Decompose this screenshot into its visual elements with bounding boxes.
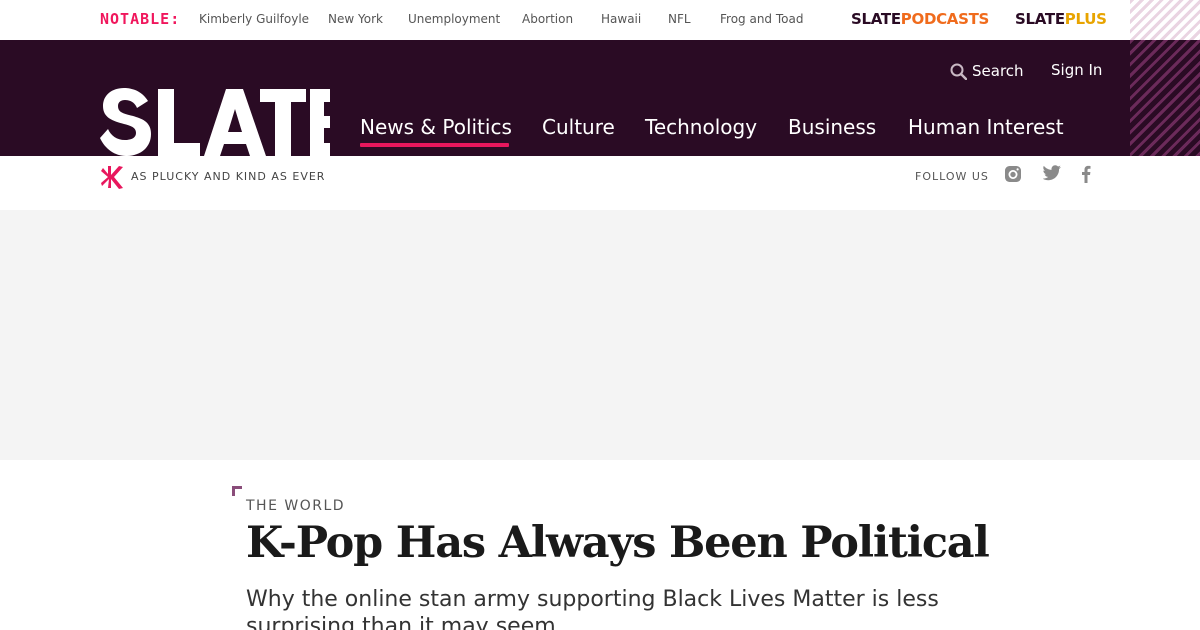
article-dek: Why the online stan army supporting Blac…: [246, 587, 939, 630]
facebook-link[interactable]: [1081, 165, 1091, 187]
trending-link[interactable]: Frog and Toad: [720, 12, 803, 26]
slate-podcasts-link[interactable]: SLATEPODCASTS: [851, 10, 989, 28]
article-headline: K-Pop Has Always Been Political: [246, 518, 990, 568]
podcasts-brand: SLATE: [851, 10, 901, 28]
tagline-bar: AS PLUCKY AND KIND AS EVER FOLLOW US: [0, 156, 1200, 210]
trending-link[interactable]: Kimberly Guilfoyle: [199, 12, 309, 26]
slate-spark-icon: [101, 166, 123, 189]
nav-news-politics[interactable]: News & Politics: [360, 115, 512, 139]
trending-bar: NOTABLE: Kimberly Guilfoyle New York Une…: [0, 0, 1200, 40]
trending-link[interactable]: Unemployment: [408, 12, 500, 26]
notable-label: NOTABLE:: [100, 10, 181, 28]
plus-suffix: PLUS: [1064, 10, 1107, 28]
site-header: Search Sign In News & Politics Culture T…: [0, 40, 1200, 156]
nav-culture[interactable]: Culture: [542, 115, 615, 139]
slate-logo[interactable]: [100, 87, 330, 156]
decorative-stripes: [1130, 40, 1200, 156]
search-label: Search: [972, 62, 1024, 80]
article-section-link[interactable]: THE WORLD: [246, 498, 345, 514]
nav-business[interactable]: Business: [788, 115, 876, 139]
facebook-icon: [1082, 165, 1091, 183]
twitter-link[interactable]: [1042, 165, 1062, 186]
ad-placeholder: [0, 210, 1200, 460]
site-tagline: AS PLUCKY AND KIND AS EVER: [131, 170, 326, 183]
slate-logo-wordmark: [100, 88, 330, 156]
trending-link[interactable]: NFL: [668, 12, 691, 26]
decorative-stripes: [1130, 0, 1200, 40]
podcasts-suffix: PODCASTS: [900, 10, 990, 28]
sign-in-link[interactable]: Sign In: [1051, 61, 1102, 79]
instagram-link[interactable]: [1004, 165, 1022, 187]
section-corner-mark: [232, 486, 242, 496]
slate-plus-link[interactable]: SLATEPLUS: [1015, 10, 1107, 28]
nav-technology[interactable]: Technology: [645, 115, 757, 139]
search-button[interactable]: Search: [950, 60, 1024, 82]
twitter-icon: [1042, 165, 1061, 181]
follow-us-label: FOLLOW US: [915, 170, 989, 183]
trending-link[interactable]: Hawaii: [601, 12, 641, 26]
search-icon: [950, 63, 967, 80]
nav-human-interest[interactable]: Human Interest: [908, 115, 1064, 139]
plus-brand: SLATE: [1015, 10, 1065, 28]
active-nav-indicator: [360, 143, 509, 147]
trending-link[interactable]: Abortion: [522, 12, 573, 26]
instagram-icon: [1005, 166, 1021, 182]
trending-link[interactable]: New York: [328, 12, 383, 26]
